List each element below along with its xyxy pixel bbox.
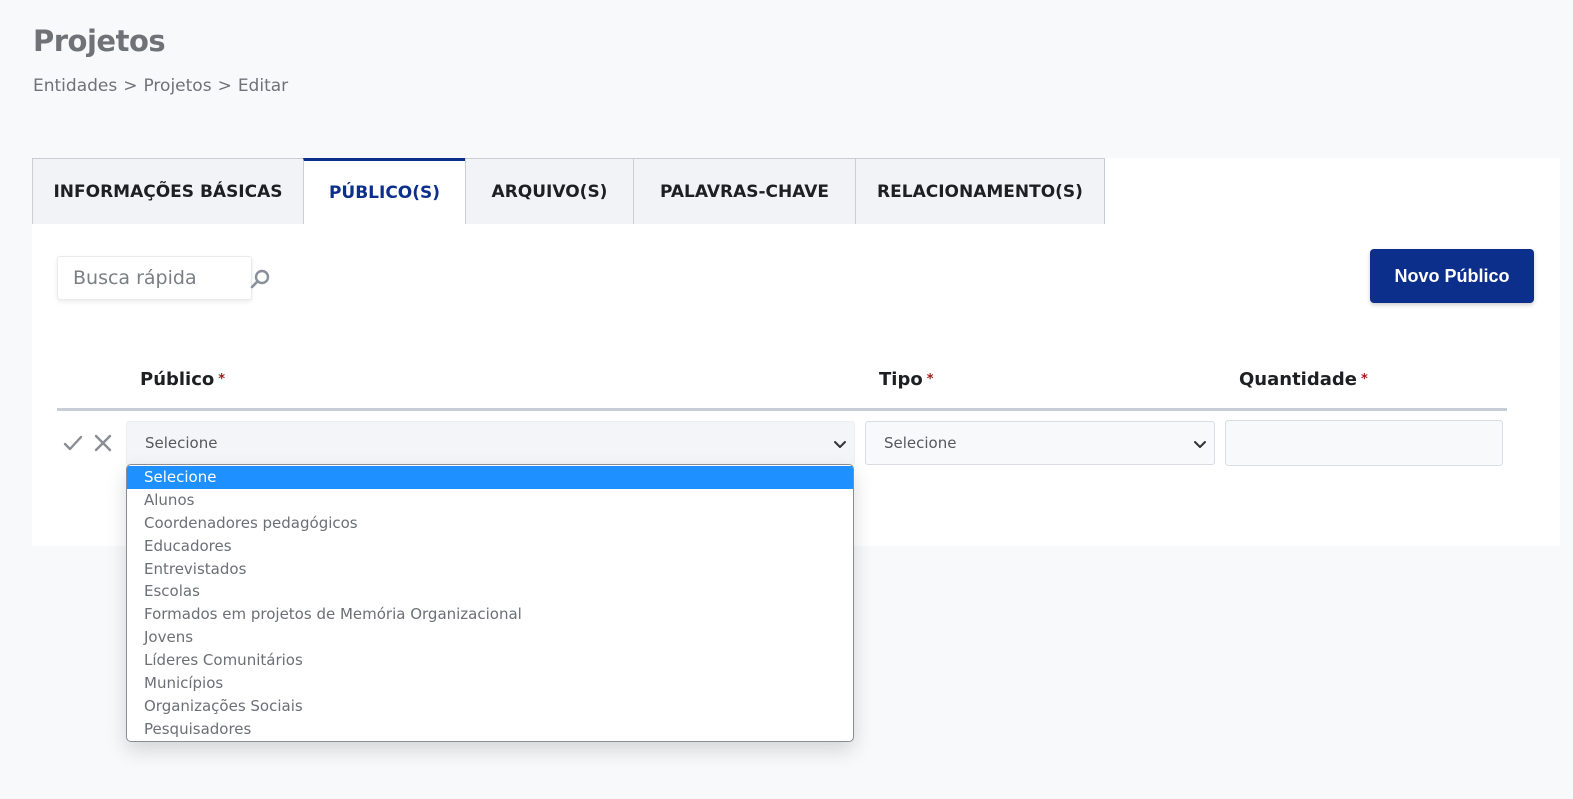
breadcrumb: Entidades > Projetos > Editar bbox=[33, 76, 288, 96]
tabs-background bbox=[1104, 158, 1560, 224]
dropdown-option[interactable]: Alunos bbox=[127, 489, 853, 512]
page-title: Projetos bbox=[33, 24, 166, 58]
dropdown-option[interactable]: Organizações Sociais bbox=[127, 695, 853, 718]
tab-relacionamentos[interactable]: RELACIONAMENTO(S) bbox=[855, 158, 1105, 224]
new-publico-button[interactable]: Novo Público bbox=[1370, 249, 1534, 303]
column-header-label: Público bbox=[140, 369, 215, 390]
publico-dropdown-list: Selecione Alunos Coordenadores pedagógic… bbox=[126, 464, 854, 742]
dropdown-option[interactable]: Pesquisadores bbox=[127, 718, 853, 741]
chevron-down-icon bbox=[1194, 441, 1206, 448]
dropdown-option[interactable]: Selecione bbox=[127, 466, 853, 489]
dropdown-option[interactable]: Formados em projetos de Memória Organiza… bbox=[127, 603, 853, 626]
required-mark: * bbox=[218, 372, 226, 387]
header-divider bbox=[57, 408, 1507, 411]
dropdown-option[interactable]: Escolas bbox=[127, 580, 853, 603]
tab-bar: INFORMAÇÕES BÁSICAS PÚBLICO(S) ARQUIVO(S… bbox=[32, 158, 1105, 224]
dropdown-option[interactable]: Municípios bbox=[127, 672, 853, 695]
check-icon[interactable] bbox=[63, 433, 83, 453]
tipo-select[interactable]: Selecione bbox=[865, 421, 1215, 465]
breadcrumb-item-projetos[interactable]: Projetos bbox=[143, 76, 211, 96]
tab-palavras-chave[interactable]: PALAVRAS-CHAVE bbox=[633, 158, 856, 224]
breadcrumb-item-entidades[interactable]: Entidades bbox=[33, 76, 117, 96]
column-header-label: Tipo bbox=[879, 369, 923, 390]
search-box bbox=[57, 256, 252, 300]
dropdown-option[interactable]: Educadores bbox=[127, 535, 853, 558]
tab-arquivos[interactable]: ARQUIVO(S) bbox=[465, 158, 634, 224]
column-header-quantidade: Quantidade * bbox=[1239, 369, 1368, 390]
chevron-down-icon bbox=[834, 441, 846, 448]
column-header-tipo: Tipo * bbox=[879, 369, 934, 390]
dropdown-option[interactable]: Coordenadores pedagógicos bbox=[127, 512, 853, 535]
dropdown-option[interactable]: Entrevistados bbox=[127, 558, 853, 581]
publico-select[interactable]: Selecione bbox=[126, 421, 855, 465]
close-icon[interactable] bbox=[93, 433, 113, 453]
required-mark: * bbox=[926, 372, 934, 387]
search-icon[interactable] bbox=[249, 268, 271, 290]
column-header-publico: Público * bbox=[140, 369, 225, 390]
breadcrumb-item-editar: Editar bbox=[237, 76, 289, 96]
dropdown-option[interactable]: Jovens bbox=[127, 626, 853, 649]
dropdown-option[interactable]: Líderes Comunitários bbox=[127, 649, 853, 672]
tab-informacoes-basicas[interactable]: INFORMAÇÕES BÁSICAS bbox=[32, 158, 304, 224]
publico-select-value: Selecione bbox=[145, 434, 218, 452]
tab-publicos[interactable]: PÚBLICO(S) bbox=[303, 158, 466, 224]
tipo-select-value: Selecione bbox=[884, 434, 957, 452]
page: Projetos Entidades > Projetos > Editar I… bbox=[0, 0, 1573, 799]
search-input[interactable] bbox=[58, 257, 251, 299]
breadcrumb-separator: > bbox=[217, 76, 232, 96]
quantidade-input[interactable] bbox=[1225, 420, 1503, 466]
column-header-label: Quantidade bbox=[1239, 369, 1357, 390]
breadcrumb-separator: > bbox=[123, 76, 138, 96]
required-mark: * bbox=[1360, 372, 1368, 387]
